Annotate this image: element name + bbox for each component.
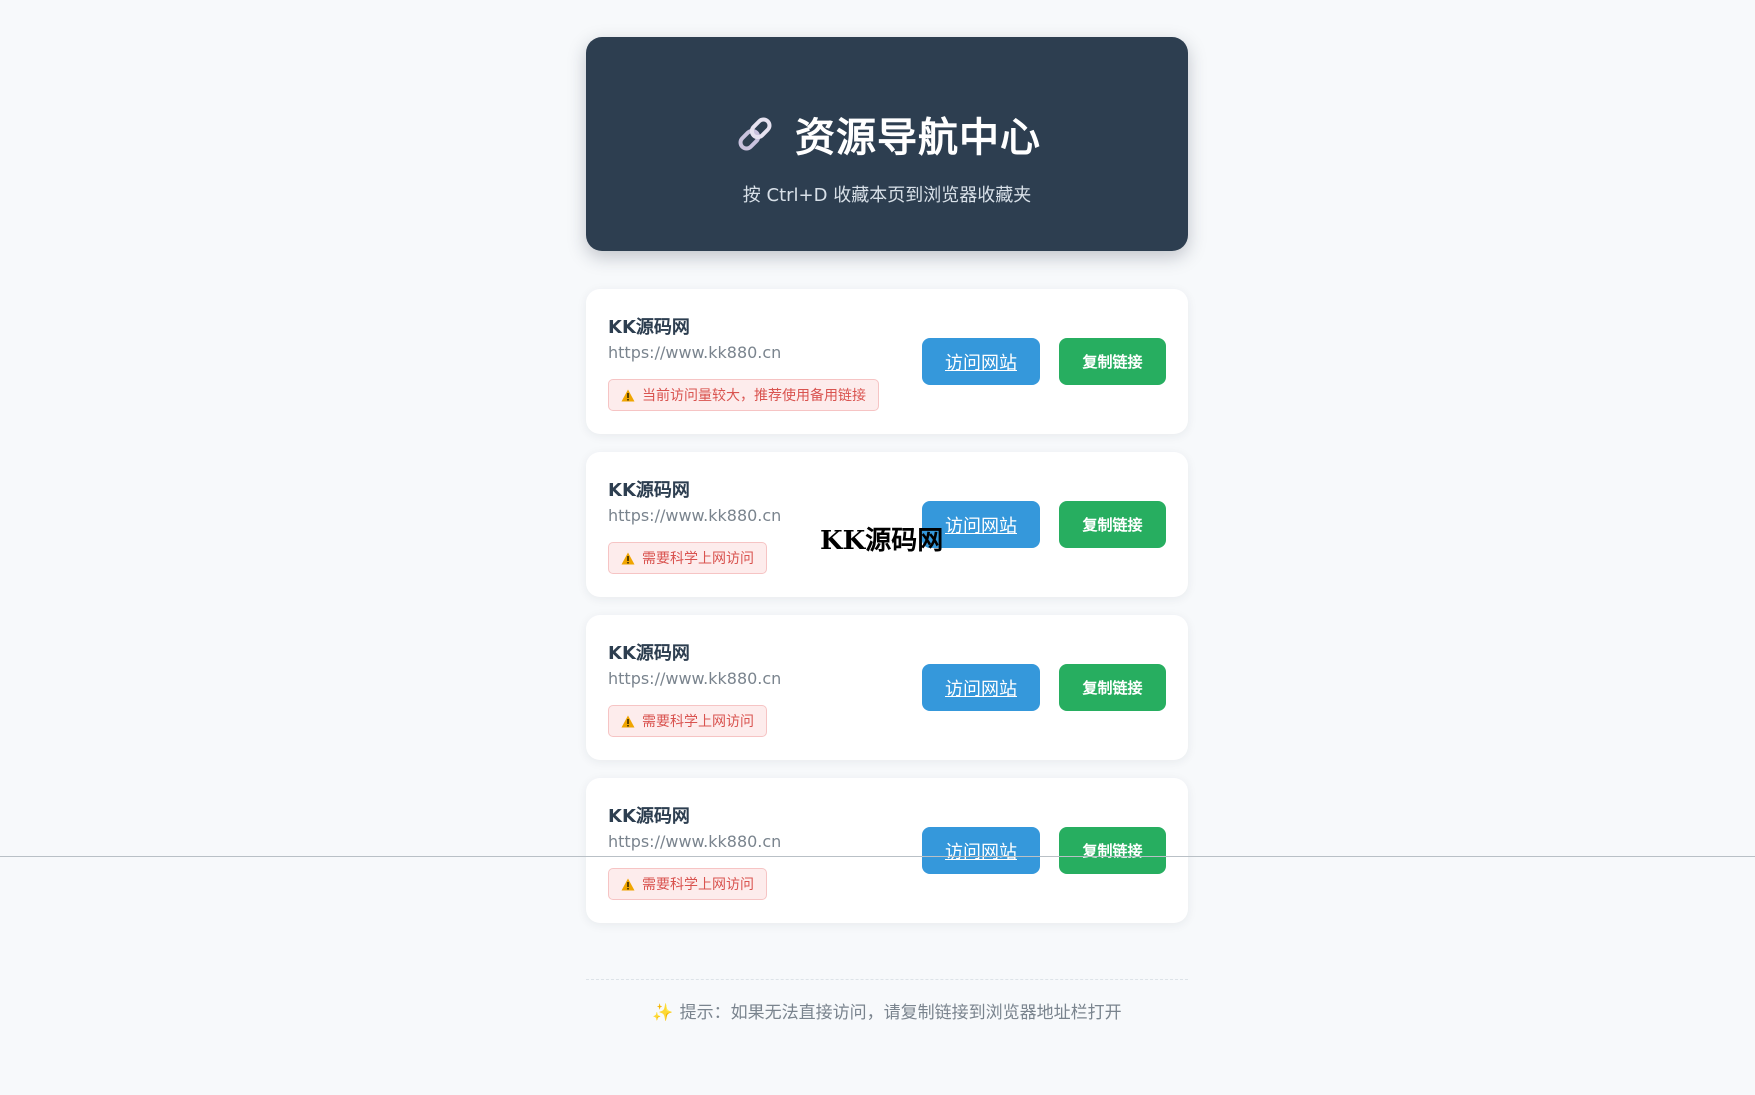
visit-site-button[interactable]: 访问网站	[922, 827, 1040, 874]
warning-icon	[621, 552, 635, 564]
horizontal-rule	[0, 856, 1755, 857]
warning-text: 需要科学上网访问	[642, 714, 754, 730]
copy-link-button[interactable]: 复制链接	[1059, 501, 1166, 548]
warning-badge: 需要科学上网访问	[608, 542, 767, 574]
warning-icon	[621, 715, 635, 727]
site-name: KK源码网	[608, 806, 690, 827]
footer-divider	[586, 979, 1188, 980]
warning-text: 需要科学上网访问	[642, 877, 754, 893]
main-container: 资源导航中心 按 Ctrl+D 收藏本页到浏览器收藏夹	[586, 37, 1188, 251]
site-url: https://www.kk880.cn	[608, 669, 782, 688]
resource-card: KK源码网 https://www.kk880.cn 需要科学上网访问 访问网站…	[586, 615, 1188, 760]
warning-text: 需要科学上网访问	[642, 551, 754, 567]
warning-text: 当前访问量较大，推荐使用备用链接	[642, 388, 866, 404]
resource-card: KK源码网 https://www.kk880.cn 当前访问量较大，推荐使用备…	[586, 289, 1188, 434]
site-name: KK源码网	[608, 643, 690, 664]
warning-icon	[621, 389, 635, 401]
warning-badge: 当前访问量较大，推荐使用备用链接	[608, 379, 879, 411]
link-icon	[738, 117, 772, 151]
site-name: KK源码网	[608, 317, 690, 338]
site-url: https://www.kk880.cn	[608, 343, 782, 362]
warning-badge: 需要科学上网访问	[608, 868, 767, 900]
warning-icon	[621, 878, 635, 890]
page-subtitle: 按 Ctrl+D 收藏本页到浏览器收藏夹	[742, 185, 1032, 206]
copy-link-button[interactable]: 复制链接	[1059, 664, 1166, 711]
watermark-text: KK源码网	[820, 526, 944, 556]
header-title-row: 资源导航中心	[733, 105, 1041, 163]
resource-card: KK源码网 https://www.kk880.cn 需要科学上网访问 访问网站…	[586, 778, 1188, 923]
site-url: https://www.kk880.cn	[608, 506, 782, 525]
sparkle-icon: ✨	[652, 1003, 674, 1023]
footer-tip-text: 提示：如果无法直接访问，请复制链接到浏览器地址栏打开	[679, 1003, 1122, 1023]
warning-badge: 需要科学上网访问	[608, 705, 767, 737]
copy-link-button[interactable]: 复制链接	[1059, 338, 1166, 385]
page-header: 资源导航中心 按 Ctrl+D 收藏本页到浏览器收藏夹	[586, 37, 1188, 251]
visit-site-button[interactable]: 访问网站	[922, 664, 1040, 711]
footer-tip: ✨ 提示：如果无法直接访问，请复制链接到浏览器地址栏打开	[586, 998, 1188, 1023]
page-title: 资源导航中心	[795, 115, 1041, 161]
copy-link-button[interactable]: 复制链接	[1059, 827, 1166, 874]
site-name: KK源码网	[608, 480, 690, 501]
site-url: https://www.kk880.cn	[608, 832, 782, 851]
visit-site-button[interactable]: 访问网站	[922, 338, 1040, 385]
